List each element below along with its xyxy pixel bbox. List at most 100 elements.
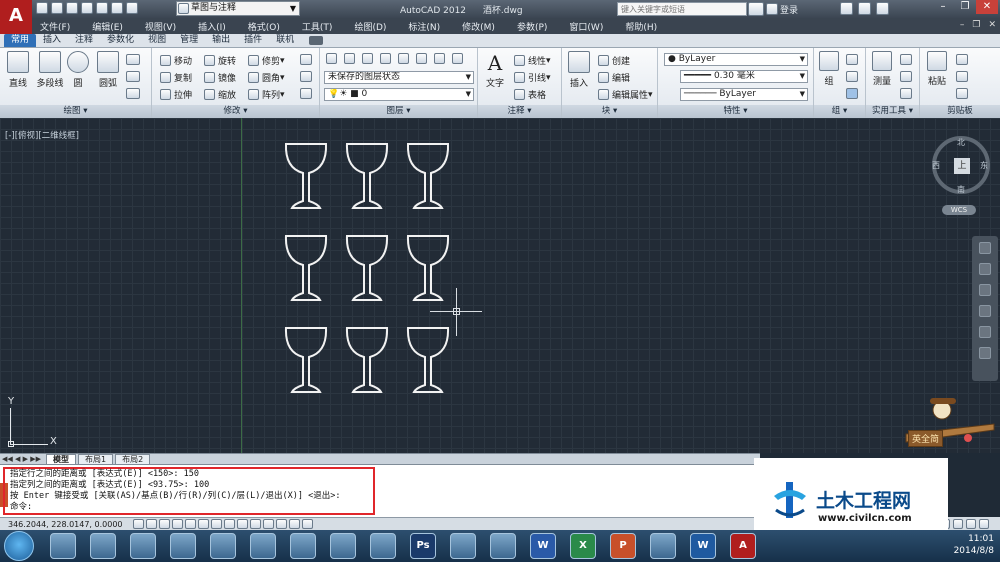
scale-button[interactable]: 缩放 — [204, 88, 236, 101]
menu-file[interactable]: 文件(F) — [40, 20, 70, 33]
wine-glass[interactable] — [406, 327, 450, 393]
panel-title-modify[interactable]: 修改 ▾ — [152, 105, 319, 118]
group-edit-icon[interactable] — [846, 71, 858, 82]
menu-window[interactable]: 窗口(W) — [569, 20, 603, 33]
tab-view[interactable]: 视图 — [141, 34, 173, 47]
doc-minimize-icon[interactable]: – — [960, 20, 965, 30]
photoshop-icon[interactable]: Ps — [410, 533, 436, 559]
copy-clip-icon[interactable] — [956, 71, 968, 82]
arc-button[interactable]: 圆弧 — [92, 51, 124, 89]
text-button[interactable]: A 文字 — [480, 51, 510, 89]
wine-glass[interactable] — [284, 143, 328, 209]
colors-icon[interactable] — [170, 533, 196, 559]
snap-mode-icon[interactable] — [145, 519, 157, 529]
move-button[interactable]: 移动 — [160, 54, 192, 67]
lock-icon[interactable] — [966, 518, 976, 529]
media-icon[interactable] — [290, 533, 316, 559]
viewcube[interactable]: 北 南 东 西 上 — [932, 136, 990, 194]
autocad-icon[interactable]: A — [730, 533, 756, 559]
ortho-mode-icon[interactable] — [171, 519, 183, 529]
application-menu-button[interactable]: A — [0, 0, 32, 34]
linetype-dropdown[interactable]: ────── ByLayer ▼ — [680, 88, 808, 101]
wps-icon[interactable]: W — [690, 533, 716, 559]
dynamic-ucs-icon[interactable] — [236, 519, 248, 529]
viewcube-south[interactable]: 南 — [957, 184, 965, 195]
viewcube-north[interactable]: 北 — [957, 137, 965, 148]
panel-title-clipboard[interactable]: 剪贴板 — [920, 105, 1000, 118]
ime-toolbar[interactable]: 英全简 — [898, 386, 998, 453]
tab-parametric[interactable]: 参数化 — [100, 34, 141, 47]
layer-lock-icon[interactable] — [398, 53, 409, 64]
save-as-icon[interactable] — [81, 2, 93, 14]
chrome-icon[interactable] — [50, 533, 76, 559]
viewcube-west[interactable]: 西 — [932, 160, 940, 171]
hatch-icon[interactable] — [126, 88, 140, 99]
wine-glass[interactable] — [345, 327, 389, 393]
paste-button[interactable]: 粘贴 — [922, 51, 952, 87]
layer-state-dropdown[interactable]: 未保存的图层状态 ▼ — [324, 71, 474, 84]
folder-icon[interactable] — [210, 533, 236, 559]
powerpoint-icon[interactable]: P — [610, 533, 636, 559]
linear-dim-button[interactable]: 线性 ▾ — [514, 54, 551, 67]
erase-icon[interactable] — [300, 54, 312, 65]
trim-button[interactable]: 修剪 ▾ — [248, 54, 285, 67]
color-dropdown[interactable]: ● ByLayer ▼ — [664, 53, 808, 66]
grid-display-icon[interactable] — [158, 519, 170, 529]
wine-glass[interactable] — [406, 235, 450, 301]
menu-tools[interactable]: 工具(T) — [302, 20, 333, 33]
tab-plugins[interactable]: 插件 — [237, 34, 269, 47]
wine-glass[interactable] — [345, 143, 389, 209]
insert-block-button[interactable]: 插入 — [564, 51, 594, 89]
bird-icon[interactable] — [450, 533, 476, 559]
lineweight-toggle-icon[interactable] — [262, 519, 274, 529]
lineweight-dropdown[interactable]: ━━━━━ 0.30 毫米 ▼ — [680, 70, 808, 83]
tab-annotate[interactable]: 注释 — [68, 34, 100, 47]
tab-home[interactable]: 常用 — [4, 34, 37, 47]
object-snap-icon[interactable] — [197, 519, 209, 529]
restore-icon[interactable]: ❐ — [954, 0, 976, 14]
circle-button[interactable]: 圆 — [62, 51, 94, 89]
mirror-button[interactable]: 镜像 — [204, 71, 236, 84]
excel-icon[interactable]: X — [570, 533, 596, 559]
copy-button[interactable]: 复制 — [160, 71, 192, 84]
wine-glass[interactable] — [345, 235, 389, 301]
pan-hand-icon[interactable] — [979, 263, 991, 275]
wine-glass[interactable] — [406, 143, 450, 209]
layer-off-icon[interactable] — [362, 53, 373, 64]
coordinate-readout[interactable]: 346.2044, 228.0147, 0.0000 — [8, 520, 123, 529]
word-icon[interactable]: W — [530, 533, 556, 559]
panel-title-properties[interactable]: 特性 ▾ — [658, 105, 813, 118]
offset-icon[interactable] — [300, 88, 312, 99]
minimize-icon[interactable]: – — [932, 0, 954, 14]
infer-constraints-icon[interactable] — [132, 519, 144, 529]
table-button[interactable]: 表格 — [514, 88, 546, 101]
print-icon[interactable] — [96, 2, 108, 14]
player-icon[interactable] — [250, 533, 276, 559]
group-select-icon[interactable] — [846, 88, 858, 99]
qq-icon[interactable] — [90, 533, 116, 559]
tab-model[interactable]: 模型 — [46, 454, 76, 464]
web-icon[interactable] — [370, 533, 396, 559]
point-id-icon[interactable] — [900, 88, 912, 99]
layer-freeze-icon[interactable] — [380, 53, 391, 64]
tab-online[interactable]: 联机 — [269, 34, 301, 47]
tab-manage[interactable]: 管理 — [173, 34, 205, 47]
measure-button[interactable]: 测量 — [868, 51, 896, 87]
ie-icon[interactable] — [130, 533, 156, 559]
create-block-button[interactable]: 创建 — [598, 54, 630, 67]
polar-tracking-icon[interactable] — [184, 519, 196, 529]
layer-match-icon[interactable] — [416, 53, 427, 64]
panel-title-layers[interactable]: 图层 ▾ — [320, 105, 477, 118]
open-file-icon[interactable] — [51, 2, 63, 14]
help-icon[interactable] — [876, 2, 889, 15]
menu-view[interactable]: 视图(V) — [145, 20, 176, 33]
rotate-button[interactable]: 旋转 — [204, 54, 236, 67]
exchange-icon[interactable] — [840, 2, 853, 15]
clean-screen-icon[interactable] — [979, 518, 989, 529]
selection-cycling-icon[interactable] — [301, 519, 313, 529]
3d-object-snap-icon[interactable] — [210, 519, 222, 529]
edit-block-button[interactable]: 编辑 — [598, 71, 630, 84]
panel-title-utilities[interactable]: 实用工具 ▾ — [866, 105, 919, 118]
steering-wheel-icon[interactable] — [979, 242, 991, 254]
redo-icon[interactable] — [126, 2, 138, 14]
